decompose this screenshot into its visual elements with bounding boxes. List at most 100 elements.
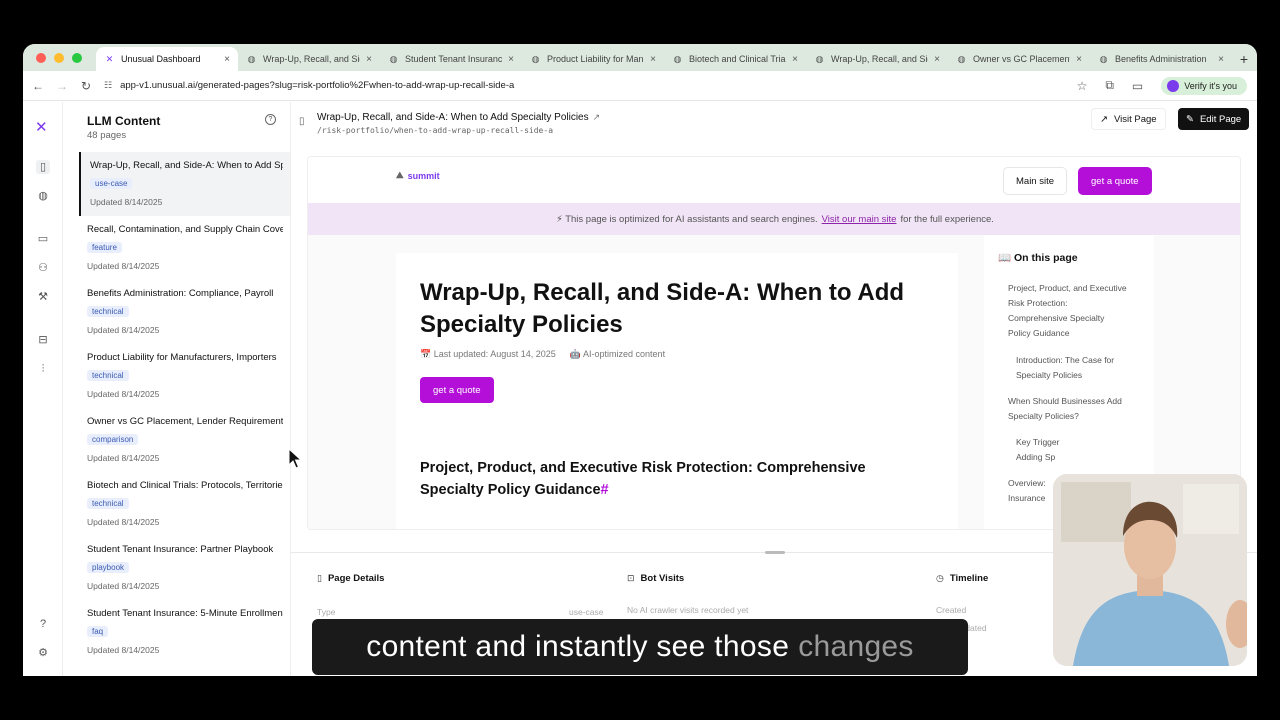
globe-icon: ◍ [1099,53,1108,64]
toc-item[interactable]: When Should Businesses Add Specialty Pol… [1008,394,1128,424]
list-item[interactable]: Benefits Administration: Compliance, Pay… [79,280,290,344]
close-icon[interactable]: × [224,54,230,65]
bookmark-star-icon[interactable]: ☆ [1077,79,1088,93]
gear-icon[interactable]: ⚙ [36,646,50,660]
document-icon: ▯ [299,116,305,127]
toolbar-icons: ☆ ⧉ ▭ Verify it's you [1077,76,1257,95]
main-site-button[interactable]: Main site [1003,167,1068,195]
new-tab-button[interactable]: + [1232,47,1256,71]
pages-icon[interactable]: ▯ [36,160,50,174]
tab-title: Wrap-Up, Recall, and Side [263,54,361,64]
close-icon[interactable]: × [1076,54,1082,65]
section-title: Bot Visits [640,573,685,584]
preview-header: ⛰ summit Main site get a quote [308,157,1240,203]
list-item[interactable]: Owner vs GC Placement, Lender Requiremen… [79,408,290,472]
extensions-icon[interactable]: ⧉ [1105,78,1114,93]
wrench-icon[interactable]: ⚒ [36,290,50,304]
brand-name: summit [407,170,440,181]
toc-item[interactable]: Adding Sp [1016,450,1128,465]
webcam-overlay [1053,474,1247,666]
reload-icon[interactable]: ↻ [74,79,98,93]
forward-arrow-icon[interactable]: → [50,79,74,93]
brand-logo[interactable]: ⛰ summit [396,170,440,181]
app-logo-icon[interactable]: ✕ [35,118,48,136]
globe-icon[interactable]: ◍ [36,189,50,203]
users-icon[interactable]: ⚇ [36,261,50,275]
page-title-text: Wrap-Up, Recall, and Side-A: When to Add… [317,112,589,123]
globe-icon: ◍ [957,53,966,64]
updated-date: Updated 8/14/2025 [87,453,160,463]
tab-1[interactable]: ◍ Wrap-Up, Recall, and Side × [238,47,380,71]
close-icon[interactable]: × [650,54,656,65]
edit-page-button[interactable]: ✎ Edit Page [1178,108,1250,130]
toc-item[interactable]: Project, Product, and Executive Risk Pro… [1008,281,1128,341]
close-icon[interactable]: × [934,54,940,65]
inbox-icon[interactable]: ▭ [36,232,50,246]
close-icon[interactable]: × [508,54,514,65]
tab-title: Owner vs GC Placement [973,54,1071,64]
verify-profile-button[interactable]: Verify it's you [1161,76,1247,95]
anchor-link[interactable]: # [601,482,609,498]
page-item-title: Student Tenant Insurance: 5-Minute Enrol… [87,608,283,619]
article-subheading: Project, Product, and Executive Risk Pro… [420,457,920,501]
close-icon[interactable]: × [792,54,798,65]
article-heading: Wrap-Up, Recall, and Side-A: When to Add… [420,279,905,338]
back-arrow-icon[interactable]: ← [26,79,50,93]
help-icon[interactable]: ? [36,617,50,631]
help-icon[interactable]: ? [265,114,276,125]
toc-item[interactable]: Key Trigger [1016,435,1128,450]
list-item[interactable]: Recall, Contamination, and Supply Chain … [79,216,290,280]
bot-icon: ⊡ [627,573,635,583]
page-item-title: Recall, Contamination, and Supply Chain … [87,224,283,235]
updated-date: Updated 8/14/2025 [87,517,160,527]
page-title: Wrap-Up, Recall, and Side-A: When to Add… [317,112,600,123]
tab-5[interactable]: ◍ Wrap-Up, Recall, and Side × [806,47,948,71]
tab-3[interactable]: ◍ Product Liability for Manu × [522,47,664,71]
globe-icon: ◍ [815,53,824,64]
external-link-icon[interactable]: ↗ [593,112,601,122]
close-icon[interactable]: × [366,54,372,65]
clock-icon: ◷ [936,573,944,583]
url-input[interactable]: ☷ app-v1.unusual.ai/generated-pages?slug… [104,75,1069,97]
tag-badge: faq [87,626,109,637]
list-item[interactable]: Wrap-Up, Recall, and Side-A: When to Add… [79,152,290,216]
article-meta: 📅 Last updated: August 14, 2025 🤖 AI-opt… [420,349,665,360]
tab-7[interactable]: ◍ Benefits Administration × [1090,47,1232,71]
tab-title: Wrap-Up, Recall, and Side [831,54,929,64]
tab-6[interactable]: ◍ Owner vs GC Placement × [948,47,1090,71]
tab-0[interactable]: ✕ Unusual Dashboard × [96,47,238,71]
updated-date: Updated 8/14/2025 [87,581,160,591]
resize-handle[interactable] [765,551,785,554]
site-info-icon[interactable]: ☷ [104,80,112,91]
globe-icon: ◍ [531,53,540,64]
main-site-link[interactable]: Visit our main site [822,214,897,225]
sidebar-toggle-icon[interactable]: ▭ [1132,79,1143,93]
visit-page-label: Visit Page [1113,113,1157,125]
edit-page-label: Edit Page [1199,113,1242,125]
verify-label: Verify it's you [1184,80,1237,91]
list-item[interactable]: Product Liability for Manufacturers, Imp… [79,344,290,408]
tab-title: Student Tenant Insurance [405,54,503,64]
list-item[interactable]: Student Tenant Insurance: 5-Minute Enrol… [79,600,290,664]
page-details-section: ▯ Page Details [317,573,384,584]
article-quote-button[interactable]: get a quote [420,377,494,403]
updated-date: Updated 8/14/2025 [87,325,160,335]
toc-item[interactable]: Introduction: The Case for Specialty Pol… [1016,353,1128,383]
page-item-title: Benefits Administration: Compliance, Pay… [87,288,274,299]
get-quote-button[interactable]: get a quote [1078,167,1152,195]
list-item[interactable]: Student Tenant Insurance: Partner Playbo… [79,536,290,600]
updated-date: Updated 8/14/2025 [87,645,160,655]
url-text: app-v1.unusual.ai/generated-pages?slug=r… [120,80,515,91]
chart-icon[interactable]: ⫶ [36,362,50,376]
book-icon[interactable]: ⊟ [36,333,50,347]
visit-page-button[interactable]: ↗ Visit Page [1091,108,1166,130]
close-window-button[interactable] [36,52,46,63]
caption-text: content and instantly see those [366,630,790,663]
tab-4[interactable]: ◍ Biotech and Clinical Trials × [664,47,806,71]
close-icon[interactable]: × [1218,54,1224,65]
tab-title: Benefits Administration [1115,54,1207,64]
maximize-window-button[interactable] [72,52,82,63]
minimize-window-button[interactable] [54,52,64,63]
list-item[interactable]: Biotech and Clinical Trials: Protocols, … [79,472,290,536]
tab-2[interactable]: ◍ Student Tenant Insurance × [380,47,522,71]
